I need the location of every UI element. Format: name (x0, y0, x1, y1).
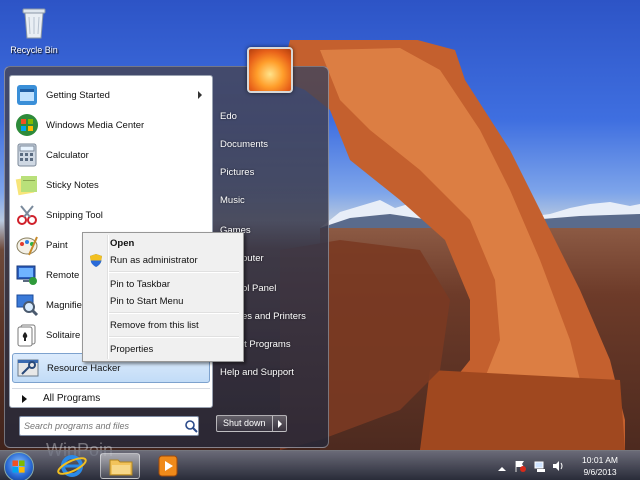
submenu-arrow-icon (198, 91, 202, 99)
link-devices-and-printers[interactable]: es and Printers (241, 307, 345, 327)
menu-separator (109, 336, 239, 338)
taskbar-media-player[interactable] (148, 453, 188, 479)
all-programs-button[interactable]: All Programs (12, 388, 210, 408)
menu-item-label: Run as administrator (110, 255, 198, 266)
link-user-edo[interactable]: Edo (219, 107, 323, 127)
calculator-icon (17, 143, 37, 167)
triangle-right-icon (22, 394, 27, 403)
program-label: Sticky Notes (46, 179, 99, 191)
link-default-programs[interactable]: lt Programs (241, 335, 345, 355)
shutdown-control: Shut down (216, 415, 287, 432)
shutdown-options-button[interactable] (272, 415, 287, 432)
start-search-box[interactable] (19, 416, 199, 436)
sticky-notes-icon (15, 176, 37, 196)
menu-item-pin-to-start-menu[interactable]: Pin to Start Menu (85, 293, 241, 310)
resource-hacker-icon (17, 359, 39, 377)
program-label: Snipping Tool (46, 209, 103, 221)
search-icon[interactable] (184, 419, 198, 433)
taskbar: 10:01 AM 9/6/2013 (0, 450, 640, 480)
folder-icon (109, 459, 133, 476)
program-calculator[interactable]: Calculator (12, 140, 210, 170)
windows-media-center-icon (16, 114, 38, 136)
show-hidden-icons-icon[interactable] (496, 463, 508, 475)
menu-item-properties[interactable]: Properties (85, 341, 241, 358)
taskbar-internet-explorer[interactable] (52, 453, 92, 479)
taskbar-windows-explorer[interactable] (100, 453, 140, 479)
program-label: Getting Started (46, 89, 110, 101)
clock-time: 10:01 AM (582, 455, 618, 465)
program-getting-started[interactable]: Getting Started (12, 80, 210, 110)
program-label: Calculator (46, 149, 89, 161)
clock-date: 9/6/2013 (583, 467, 617, 477)
program-windows-media-center[interactable]: Windows Media Center (12, 110, 210, 140)
menu-separator (109, 271, 239, 273)
shutdown-button[interactable]: Shut down (216, 415, 273, 432)
link-computer[interactable]: puter (241, 249, 345, 269)
link-pictures[interactable]: Pictures (219, 163, 323, 183)
link-documents[interactable]: Documents (219, 135, 323, 155)
link-control-panel[interactable]: ol Panel (241, 279, 345, 299)
search-input[interactable] (24, 418, 182, 434)
media-player-icon (158, 455, 178, 477)
program-sticky-notes[interactable]: Sticky Notes (12, 170, 210, 200)
delicate-arch-rock (280, 40, 625, 450)
solitaire-icon (17, 324, 36, 347)
paint-icon (16, 236, 38, 256)
menu-item-open[interactable]: Open (85, 235, 241, 252)
link-music[interactable]: Music (219, 191, 323, 211)
program-label: Windows Media Center (46, 119, 145, 131)
system-clock[interactable]: 10:01 AM 9/6/2013 (570, 454, 630, 478)
action-center-flag-icon[interactable] (514, 460, 526, 472)
uac-shield-icon (90, 254, 102, 267)
program-label: Magnifier (46, 299, 86, 311)
link-help-and-support[interactable]: Help and Support (219, 363, 323, 383)
getting-started-icon (17, 85, 37, 105)
program-label: Solitaire (46, 329, 81, 341)
windows-logo-icon (12, 460, 25, 473)
remote-desktop-icon (16, 265, 37, 285)
recycle-bin[interactable]: Recycle Bin (6, 4, 62, 55)
magnifier-icon (16, 294, 39, 317)
all-programs-label: All Programs (43, 393, 101, 404)
volume-icon[interactable] (552, 460, 564, 472)
program-label: Paint (46, 239, 68, 251)
program-label: Resource Hacker (47, 362, 121, 374)
program-snipping-tool[interactable]: Snipping Tool (12, 200, 210, 230)
user-picture[interactable] (247, 47, 293, 93)
menu-item-remove-from-list[interactable]: Remove from this list (85, 317, 241, 334)
recycle-bin-icon (22, 8, 46, 39)
network-icon[interactable] (534, 460, 546, 472)
recycle-bin-label: Recycle Bin (10, 45, 58, 55)
menu-separator (109, 312, 239, 314)
menu-item-pin-to-taskbar[interactable]: Pin to Taskbar (85, 276, 241, 293)
context-menu: Open Run as administrator Pin to Taskbar… (82, 232, 244, 362)
menu-item-run-as-administrator[interactable]: Run as administrator (85, 252, 241, 269)
start-button[interactable] (4, 452, 34, 480)
internet-explorer-icon (57, 455, 87, 477)
snipping-tool-icon (17, 205, 37, 225)
